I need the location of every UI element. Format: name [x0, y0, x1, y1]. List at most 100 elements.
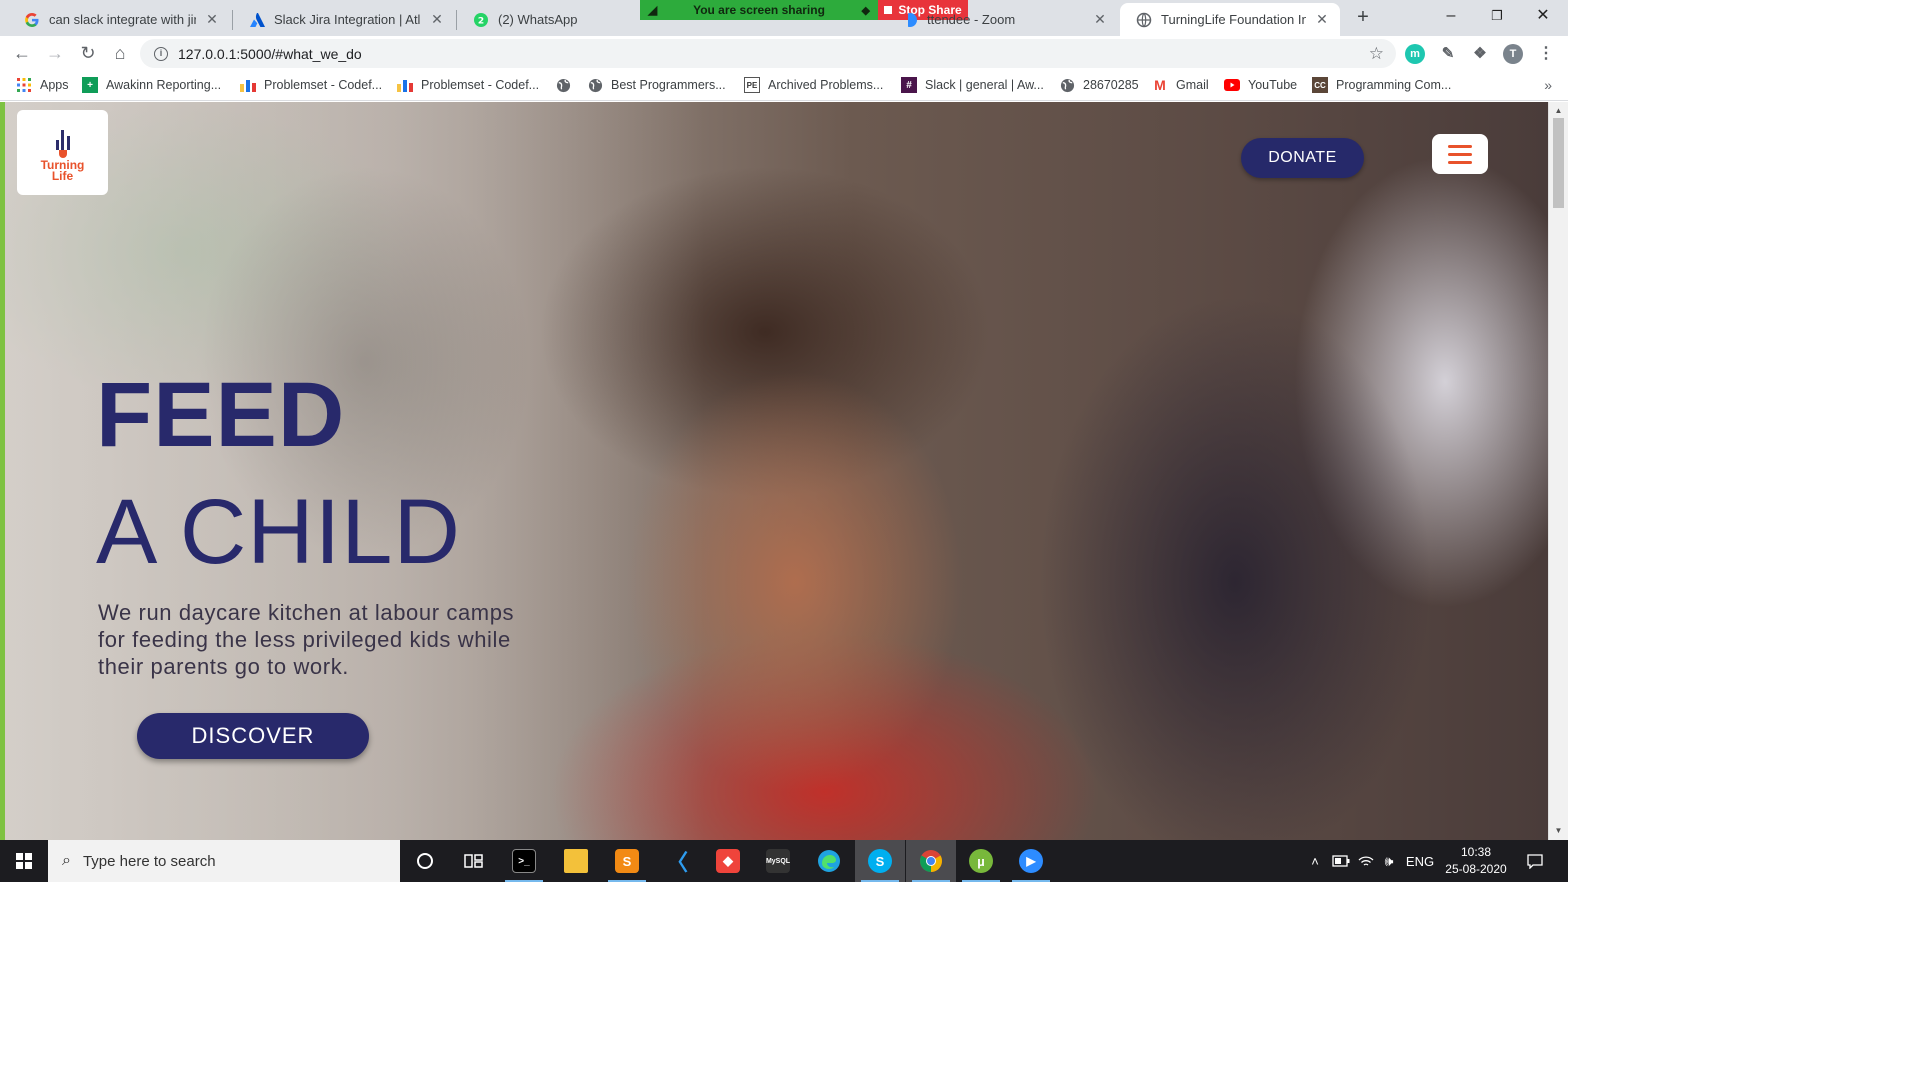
url-text: 127.0.0.1:5000/#what_we_do	[178, 45, 362, 62]
browser-tab[interactable]: can slack integrate with jira - ✕	[8, 3, 230, 36]
chrome-browser-icon[interactable]	[906, 840, 956, 882]
globe-icon	[1059, 77, 1075, 93]
edge-browser-icon[interactable]	[804, 840, 854, 882]
bookmark-label: Archived Problems...	[768, 78, 884, 92]
clock-date: 25-08-2020	[1445, 862, 1507, 876]
hero-headline-line1: FEED	[96, 364, 346, 466]
bookmark-label: Gmail	[1176, 78, 1209, 92]
bookmark-label: Awakinn Reporting...	[106, 78, 222, 92]
bookmark-item[interactable]: Best Programmers...	[587, 77, 726, 93]
browser-tab[interactable]: Slack Jira Integration | Atlassi ✕	[233, 3, 455, 36]
chrome-menu-icon[interactable]: ⋮	[1536, 44, 1556, 64]
address-bar[interactable]: i 127.0.0.1:5000/#what_we_do ☆	[140, 39, 1396, 68]
browser-tab-strip: can slack integrate with jira - ✕ Slack …	[0, 0, 1568, 36]
browser-toolbar: ← → ↻ ⌂ i 127.0.0.1:5000/#what_we_do ☆ m…	[0, 36, 1568, 71]
bookmark-item[interactable]: + Awakinn Reporting...	[82, 77, 221, 93]
utorrent-icon[interactable]: µ	[956, 840, 1006, 882]
volume-icon[interactable]: 🕪	[1378, 840, 1400, 882]
shield-icon: ◆	[861, 4, 870, 17]
clock-time: 10:38	[1460, 845, 1492, 859]
close-tab-icon[interactable]: ✕	[204, 11, 220, 28]
zoom-app-icon[interactable]: ▶	[1006, 840, 1056, 882]
youtube-icon	[1224, 77, 1240, 93]
apps-grid-icon	[16, 77, 32, 93]
bookmark-item[interactable]: YouTube	[1224, 77, 1297, 93]
google-icon	[24, 12, 40, 28]
bookmark-item[interactable]: M Gmail	[1152, 77, 1209, 93]
scroll-down-arrow-icon[interactable]: ▼	[1549, 824, 1568, 838]
svg-text:2: 2	[478, 16, 484, 26]
gmail-icon: M	[1154, 77, 1166, 93]
wifi-icon[interactable]	[1355, 840, 1377, 882]
battery-icon[interactable]	[1330, 840, 1352, 882]
scroll-up-arrow-icon[interactable]: ▲	[1549, 104, 1568, 118]
bookmark-item[interactable]: Problemset - Codef...	[240, 77, 382, 93]
info-icon[interactable]: i	[154, 46, 168, 61]
terminal-app-icon[interactable]: >_	[499, 840, 549, 882]
bookmark-label: Problemset - Codef...	[421, 78, 540, 92]
codeforces-icon	[240, 77, 256, 93]
home-button[interactable]: ⌂	[108, 42, 132, 66]
restore-button[interactable]: ❐	[1474, 4, 1520, 30]
bookmark-item[interactable]: Problemset - Codef...	[397, 77, 539, 93]
cortana-button[interactable]	[400, 840, 450, 882]
eyedropper-extension-icon[interactable]: ✎	[1438, 44, 1458, 64]
task-view-button[interactable]	[449, 840, 499, 882]
browser-tab-active[interactable]: TurningLife Foundation India ✕	[1120, 3, 1340, 36]
webpage-viewport: Turning Life DONATE FEED A CHILD We run …	[0, 102, 1568, 840]
bookmark-apps[interactable]: Apps	[16, 77, 69, 93]
extension-m-icon[interactable]: m	[1405, 44, 1425, 64]
close-tab-icon[interactable]: ✕	[1092, 11, 1108, 28]
hamburger-menu-button[interactable]	[1432, 134, 1488, 174]
mysql-workbench-icon[interactable]: MySQL	[753, 840, 803, 882]
zoom-icon	[908, 12, 918, 28]
system-clock[interactable]: 10:38 25-08-2020	[1440, 844, 1512, 878]
show-hidden-icons-chevron-icon[interactable]: ˄	[1306, 840, 1324, 882]
extensions-puzzle-icon[interactable]: ❖	[1470, 44, 1490, 64]
anydesk-icon[interactable]: ◆	[703, 840, 753, 882]
skype-icon[interactable]: S	[855, 840, 905, 882]
bookmark-item[interactable]: # Slack | general | Aw...	[901, 77, 1044, 93]
close-tab-icon[interactable]: ✕	[1314, 11, 1330, 28]
vscode-icon[interactable]: 〈	[652, 840, 702, 882]
donate-button[interactable]: DONATE	[1241, 138, 1364, 178]
language-indicator[interactable]: ENG	[1402, 840, 1438, 882]
windows-taskbar: ⌕ Type here to search >_ S 〈 ◆ MySQL S µ…	[0, 840, 1568, 882]
forward-button[interactable]: →	[43, 42, 67, 66]
close-window-button[interactable]: ✕	[1520, 4, 1566, 30]
globe-icon	[1136, 12, 1152, 28]
turninglife-logo[interactable]: Turning Life	[17, 110, 108, 195]
page-scrollbar[interactable]: ▲ ▼	[1548, 102, 1568, 840]
browser-tab[interactable]: ttendee - Zoom ✕	[900, 3, 1118, 36]
new-tab-button[interactable]: +	[1352, 7, 1374, 29]
bookmark-item[interactable]: PE Archived Problems...	[744, 77, 883, 93]
bookmark-item[interactable]: 28670285	[1059, 77, 1139, 93]
back-button[interactable]: ←	[10, 42, 34, 66]
discover-button[interactable]: DISCOVER	[137, 713, 369, 759]
scrollbar-thumb[interactable]	[1553, 118, 1564, 208]
bookmark-label: YouTube	[1248, 78, 1298, 92]
bookmark-item[interactable]: CC Programming Com...	[1312, 77, 1451, 93]
close-tab-icon[interactable]: ✕	[429, 11, 445, 28]
more-bookmarks-chevron-icon[interactable]: »	[1544, 77, 1552, 93]
stop-icon	[884, 6, 893, 14]
globe-icon	[587, 77, 603, 93]
reload-button[interactable]: ↻	[76, 42, 100, 66]
profile-avatar[interactable]: T	[1503, 44, 1523, 64]
minimize-button[interactable]: –	[1428, 4, 1474, 30]
notifications-icon[interactable]	[1518, 840, 1552, 882]
bookmark-star-icon[interactable]: ☆	[1369, 44, 1384, 64]
tab-title: can slack integrate with jira -	[49, 12, 196, 27]
bookmark-item[interactable]	[555, 77, 579, 93]
screen-share-status-text: You are screen sharing	[693, 3, 825, 17]
bookmarks-bar: Apps + Awakinn Reporting... Problemset -…	[0, 71, 1568, 101]
bookmark-label: Best Programmers...	[611, 78, 726, 92]
file-explorer-icon[interactable]	[551, 840, 601, 882]
tab-title: ttendee - Zoom	[927, 12, 1016, 27]
taskbar-search-box[interactable]: ⌕ Type here to search	[48, 840, 400, 882]
browser-tab[interactable]: 2 (2) WhatsApp	[457, 3, 637, 36]
start-button[interactable]	[0, 840, 48, 882]
hamburger-bar	[1448, 144, 1472, 148]
sublime-text-icon[interactable]: S	[602, 840, 652, 882]
tab-title: (2) WhatsApp	[498, 12, 578, 27]
